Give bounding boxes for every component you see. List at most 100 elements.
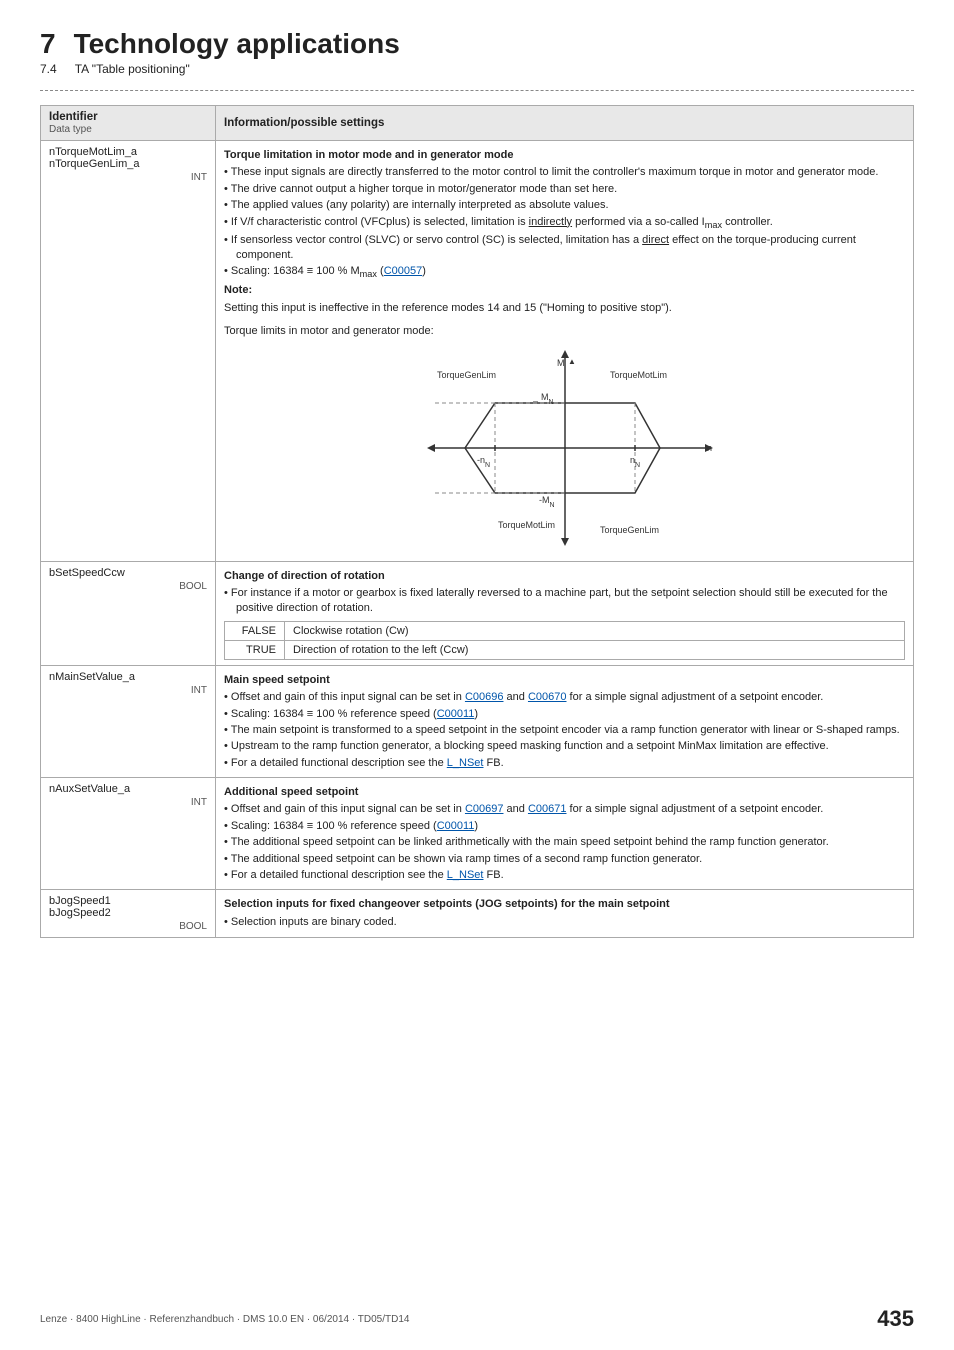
svg-text:TorqueGenLim: TorqueGenLim bbox=[437, 370, 496, 380]
identifier-cell: bSetSpeedCcw BOOL bbox=[41, 561, 216, 665]
main-table: Identifier Data type Information/possibl… bbox=[40, 105, 914, 938]
info-title: Main speed setpoint bbox=[224, 673, 905, 688]
identifier-cell: nTorqueMotLim_anTorqueGenLim_a INT bbox=[41, 141, 216, 562]
table-row: TRUE Direction of rotation to the left (… bbox=[225, 640, 905, 659]
info-cell: Torque limitation in motor mode and in g… bbox=[216, 141, 914, 562]
info-list: These input signals are directly transfe… bbox=[224, 165, 905, 281]
svg-text:TorqueMotLim: TorqueMotLim bbox=[610, 370, 667, 380]
link-c00671[interactable]: C00671 bbox=[528, 803, 567, 815]
info-list: For instance if a motor or gearbox is fi… bbox=[224, 586, 905, 617]
link-c00697[interactable]: C00697 bbox=[465, 803, 504, 815]
page: 7 Technology applications 7.4 TA "Table … bbox=[0, 0, 954, 1350]
data-type-label: INT bbox=[49, 172, 207, 183]
list-item: The drive cannot output a higher torque … bbox=[224, 182, 905, 197]
link-c00011-2[interactable]: C00011 bbox=[437, 820, 475, 832]
table-row: nTorqueMotLim_anTorqueGenLim_a INT Torqu… bbox=[41, 141, 914, 562]
svg-text:TorqueMotLim: TorqueMotLim bbox=[498, 520, 555, 530]
info-cell: Change of direction of rotation For inst… bbox=[216, 561, 914, 665]
identifier-cell: nMainSetValue_a INT bbox=[41, 665, 216, 777]
table-row: bJogSpeed1bJogSpeed2 BOOL Selection inpu… bbox=[41, 890, 914, 938]
info-list: Selection inputs are binary coded. bbox=[224, 915, 905, 930]
list-item: If sensorless vector control (SLVC) or s… bbox=[224, 233, 905, 264]
id-name: nAuxSetValue_a bbox=[49, 783, 130, 795]
list-item: These input signals are directly transfe… bbox=[224, 165, 905, 180]
info-title: Selection inputs for fixed changeover se… bbox=[224, 897, 905, 912]
chart-title: Torque limits in motor and generator mod… bbox=[224, 324, 905, 339]
data-type-label: BOOL bbox=[49, 581, 207, 592]
link-lnset-2[interactable]: L_NSet bbox=[447, 869, 484, 881]
note-label: Note: bbox=[224, 283, 905, 298]
table-row: nMainSetValue_a INT Main speed setpoint … bbox=[41, 665, 914, 777]
info-title: Change of direction of rotation bbox=[224, 569, 905, 584]
note-text: Setting this input is ineffective in the… bbox=[224, 301, 905, 316]
chapter-name: Technology applications bbox=[74, 28, 400, 60]
link-c00696[interactable]: C00696 bbox=[465, 691, 504, 703]
list-item: For a detailed functional description se… bbox=[224, 756, 905, 771]
sub-table: FALSE Clockwise rotation (Cw) TRUE Direc… bbox=[224, 621, 905, 660]
list-item: Scaling: 16384 ≡ 100 % reference speed (… bbox=[224, 707, 905, 722]
list-item: Offset and gain of this input signal can… bbox=[224, 802, 905, 817]
footer-left: Lenze · 8400 HighLine · Referenzhandbuch… bbox=[40, 1314, 409, 1325]
info-cell: Main speed setpoint Offset and gain of t… bbox=[216, 665, 914, 777]
chapter-number: 7 bbox=[40, 28, 56, 60]
svg-text:-nN: -nN bbox=[477, 455, 490, 469]
list-item: For instance if a motor or gearbox is fi… bbox=[224, 586, 905, 617]
list-item: The main setpoint is transformed to a sp… bbox=[224, 723, 905, 738]
svg-text:M: M bbox=[557, 358, 565, 368]
link-c00057[interactable]: C00057 bbox=[384, 265, 423, 277]
data-type-label: INT bbox=[49, 685, 207, 696]
id-name: nTorqueMotLim_anTorqueGenLim_a bbox=[49, 146, 140, 170]
svg-text:TorqueGenLim: TorqueGenLim bbox=[600, 525, 659, 535]
torque-chart-svg: TorqueGenLim M ▲ TorqueMotLim MN bbox=[405, 348, 725, 548]
info-list: Offset and gain of this input signal can… bbox=[224, 690, 905, 771]
list-item: The additional speed setpoint can be sho… bbox=[224, 852, 905, 867]
identifier-cell: nAuxSetValue_a INT bbox=[41, 778, 216, 890]
info-title: Torque limitation in motor mode and in g… bbox=[224, 148, 905, 163]
data-type-label: INT bbox=[49, 797, 207, 808]
svg-text:n: n bbox=[707, 443, 712, 453]
page-number: 435 bbox=[877, 1306, 914, 1332]
svg-text:nN: nN bbox=[630, 455, 640, 469]
link-c00011-1[interactable]: C00011 bbox=[437, 708, 475, 720]
list-item: Scaling: 16384 ≡ 100 % reference speed (… bbox=[224, 819, 905, 834]
svg-text:-MN: -MN bbox=[539, 495, 555, 509]
list-item: For a detailed functional description se… bbox=[224, 868, 905, 883]
torque-chart-container: TorqueGenLim M ▲ TorqueMotLim MN bbox=[224, 348, 905, 548]
list-item: Offset and gain of this input signal can… bbox=[224, 690, 905, 705]
list-item: Selection inputs are binary coded. bbox=[224, 915, 905, 930]
table-row: nAuxSetValue_a INT Additional speed setp… bbox=[41, 778, 914, 890]
list-item: The additional speed setpoint can be lin… bbox=[224, 835, 905, 850]
info-list: Offset and gain of this input signal can… bbox=[224, 802, 905, 883]
info-cell: Selection inputs for fixed changeover se… bbox=[216, 890, 914, 938]
info-cell: Additional speed setpoint Offset and gai… bbox=[216, 778, 914, 890]
svg-text:–: – bbox=[533, 396, 538, 406]
table-row: bSetSpeedCcw BOOL Change of direction of… bbox=[41, 561, 914, 665]
page-footer: Lenze · 8400 HighLine · Referenzhandbuch… bbox=[0, 1306, 954, 1332]
header: 7 Technology applications 7.4 TA "Table … bbox=[40, 28, 914, 76]
section-divider bbox=[40, 90, 914, 91]
sub-heading: 7.4 TA "Table positioning" bbox=[40, 62, 914, 76]
col-header-info: Information/possible settings bbox=[216, 106, 914, 141]
sub-value: Direction of rotation to the left (Ccw) bbox=[285, 640, 905, 659]
sub-label: FALSE bbox=[225, 621, 285, 640]
sub-value: Clockwise rotation (Cw) bbox=[285, 621, 905, 640]
col-header-identifier: Identifier Data type bbox=[41, 106, 216, 141]
info-title: Additional speed setpoint bbox=[224, 785, 905, 800]
link-c00670[interactable]: C00670 bbox=[528, 691, 567, 703]
table-row: FALSE Clockwise rotation (Cw) bbox=[225, 621, 905, 640]
sub-title: TA "Table positioning" bbox=[75, 62, 190, 76]
link-lnset-1[interactable]: L_NSet bbox=[447, 757, 484, 769]
sub-label: TRUE bbox=[225, 640, 285, 659]
id-name: nMainSetValue_a bbox=[49, 671, 135, 683]
list-item: If V/f characteristic control (VFCplus) … bbox=[224, 215, 905, 232]
chapter-title: 7 Technology applications bbox=[40, 28, 914, 60]
data-type-label: BOOL bbox=[49, 921, 207, 932]
id-name: bSetSpeedCcw bbox=[49, 567, 125, 579]
id-name: bJogSpeed1bJogSpeed2 bbox=[49, 895, 111, 919]
list-item: Upstream to the ramp function generator,… bbox=[224, 739, 905, 754]
list-item: Scaling: 16384 ≡ 100 % Mmax (C00057) bbox=[224, 264, 905, 281]
list-item: The applied values (any polarity) are in… bbox=[224, 198, 905, 213]
torque-chart: TorqueGenLim M ▲ TorqueMotLim MN bbox=[405, 348, 725, 548]
identifier-cell: bJogSpeed1bJogSpeed2 BOOL bbox=[41, 890, 216, 938]
sub-number: 7.4 bbox=[40, 62, 57, 76]
